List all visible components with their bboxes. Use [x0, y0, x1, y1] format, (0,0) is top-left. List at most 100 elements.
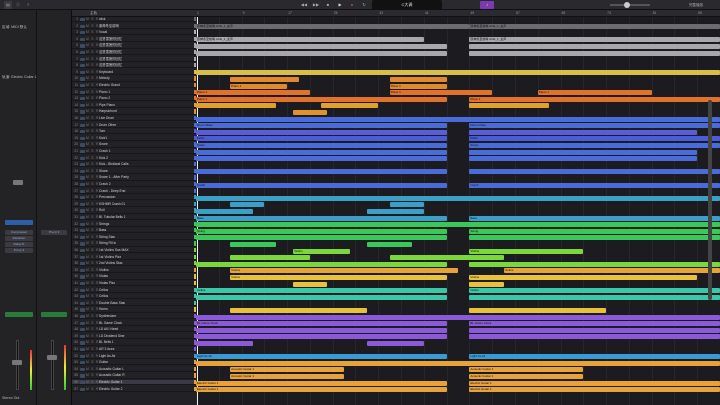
mute-solo-buttons[interactable]: M S R — [86, 70, 99, 74]
track-row[interactable]: 3 M S R Vocal — [72, 30, 196, 36]
mute-solo-buttons[interactable]: M S R — [86, 96, 99, 100]
track-row[interactable]: 41 M S R Violas Pizz — [72, 281, 196, 287]
track-row[interactable]: 17 M S R Drum Other — [72, 122, 196, 128]
region[interactable] — [196, 261, 447, 267]
region[interactable] — [196, 50, 447, 56]
region[interactable]: Piano 1 — [537, 90, 652, 96]
track-row[interactable]: 14 M S R Pipe Piano — [72, 102, 196, 109]
region[interactable] — [469, 307, 607, 313]
output-plugin-slot[interactable]: Pro-Q 3 — [41, 230, 67, 235]
stop-icon[interactable]: ■ — [324, 1, 332, 9]
track-row[interactable]: 55 M S R Acoustic Guitar R — [72, 373, 196, 379]
region[interactable] — [230, 76, 299, 82]
mute-solo-buttons[interactable]: M S R — [86, 215, 99, 219]
region[interactable] — [196, 360, 720, 366]
region[interactable] — [196, 314, 720, 320]
region[interactable] — [196, 43, 447, 49]
mute-solo-buttons[interactable]: M S R — [86, 354, 99, 358]
region[interactable] — [230, 255, 310, 261]
mute-solo-buttons[interactable]: M S R — [86, 116, 99, 120]
track-row[interactable]: 38 M S R 2nd Violins Stac — [72, 261, 196, 267]
region[interactable]: 原神冬至前哨 ACE_1_女声 — [196, 37, 424, 43]
region[interactable]: Crash — [469, 182, 720, 188]
region[interactable]: 原神冬至前哨 ACE_1_女声 — [196, 24, 470, 30]
pan-knob[interactable] — [13, 180, 23, 185]
mute-solo-buttons[interactable]: M S R — [86, 321, 99, 325]
library-icon[interactable]: ▤ — [4, 1, 12, 9]
vertical-scrollbar[interactable] — [708, 100, 712, 300]
region[interactable]: Piano 1 — [469, 96, 720, 102]
track-row[interactable]: 53 M S R Guitar — [72, 360, 196, 366]
track-row[interactable]: 57 M S R Electric Guitar 2 — [72, 386, 196, 392]
track-row[interactable]: 21 M S R Crash 1 — [72, 149, 196, 155]
help-icon[interactable]: ? — [24, 1, 32, 9]
lcd-display[interactable]: C大调 — [372, 0, 442, 10]
mute-solo-buttons[interactable]: M S R — [86, 261, 99, 265]
mute-solo-buttons[interactable]: M S R — [86, 268, 99, 272]
region[interactable] — [292, 281, 327, 287]
mute-solo-buttons[interactable]: M S R — [86, 208, 99, 212]
mute-solo-buttons[interactable]: M S R — [86, 294, 99, 298]
region[interactable] — [230, 202, 265, 208]
region[interactable]: Snare — [469, 142, 720, 148]
mute-solo-buttons[interactable]: M S R — [86, 195, 99, 199]
mute-solo-buttons[interactable]: M S R — [86, 334, 99, 338]
region[interactable]: Cellos — [469, 288, 720, 294]
region[interactable]: Light As Air — [196, 354, 447, 360]
mute-solo-buttons[interactable]: M S R — [86, 367, 99, 371]
region[interactable] — [469, 261, 720, 267]
mute-solo-buttons[interactable]: M S R — [86, 255, 99, 259]
region[interactable] — [469, 327, 720, 333]
bar-ruler[interactable]: 1 9 17 25 33 41 49 57 65 73 81 89 — [196, 10, 720, 17]
region[interactable] — [389, 255, 504, 261]
mute-solo-buttons[interactable]: M S R — [86, 288, 99, 292]
track-row[interactable]: 22 M S R Kick 2 — [72, 155, 196, 161]
region[interactable]: Violins — [230, 268, 458, 274]
track-row[interactable]: 27 M S R Crash - Deep End — [72, 188, 196, 194]
track-row[interactable]: 25 M S R Snare 1 - After Party — [72, 175, 196, 181]
track-row[interactable]: 13 M S R Piano 2 — [72, 96, 196, 102]
track-row[interactable]: 32 M S R Strings — [72, 221, 196, 227]
region[interactable] — [196, 116, 720, 122]
track-row[interactable]: 37 M S R 1st Violins Pizz — [72, 254, 196, 260]
output-fader-cap[interactable] — [47, 355, 57, 360]
region[interactable]: Acoustic Guitar 1 — [469, 367, 584, 373]
region[interactable] — [196, 156, 447, 162]
mute-solo-buttons[interactable]: M S R — [86, 228, 99, 232]
track-row[interactable]: 1 M S Rclick — [72, 17, 196, 23]
region[interactable]: Piano 1 — [196, 90, 310, 96]
region[interactable]: Violins — [469, 248, 584, 254]
track-row[interactable]: 49 M S R LD Dividend Sine — [72, 333, 196, 340]
track-row[interactable]: 26 M S R Crash 2 — [72, 182, 196, 188]
track-row[interactable]: 31 M S R Bl. Tubular Bells 1 — [72, 215, 196, 221]
track-row[interactable]: 42 M S R Cellos — [72, 287, 196, 293]
track-row[interactable]: 6 M S R 这是雪莲的回忆 — [72, 50, 196, 56]
track-row[interactable]: 20 M S R Snare — [72, 142, 196, 148]
setting-button[interactable] — [5, 220, 33, 225]
mute-solo-buttons[interactable]: M S R — [86, 129, 99, 133]
region[interactable]: Drum Other — [469, 123, 720, 129]
region[interactable] — [196, 340, 253, 346]
master-volume-slider[interactable] — [610, 1, 650, 9]
track-row[interactable]: 15 M S R Harpsichord — [72, 109, 196, 115]
region[interactable]: Electric Guitar 1 — [196, 380, 447, 386]
region[interactable] — [196, 195, 720, 201]
mute-solo-buttons[interactable]: M S R — [86, 76, 99, 80]
play-icon[interactable]: ▶ — [336, 1, 344, 9]
region[interactable] — [366, 241, 413, 247]
mute-solo-buttons[interactable]: M S R — [86, 182, 99, 186]
region[interactable] — [389, 76, 447, 82]
region[interactable] — [366, 340, 424, 346]
track-row[interactable]: 29 M S R KSHMR Crash 01 — [72, 201, 196, 208]
track-row[interactable]: 24 M S R Share — [72, 168, 196, 175]
mute-solo-buttons[interactable]: M S R — [86, 169, 99, 173]
region[interactable]: Piano 1 — [389, 90, 493, 96]
track-row[interactable]: 34 M S R String Stac — [72, 234, 196, 241]
mute-solo-buttons[interactable]: M S R — [86, 380, 99, 384]
mute-solo-buttons[interactable]: M S R — [86, 248, 99, 252]
region[interactable] — [469, 103, 550, 109]
region[interactable] — [196, 70, 720, 76]
mute-solo-buttons[interactable]: M S R — [86, 109, 99, 113]
track-row[interactable]: 56 M S R Electric Guitar 1 — [72, 380, 196, 386]
region[interactable]: Crash — [196, 182, 447, 188]
